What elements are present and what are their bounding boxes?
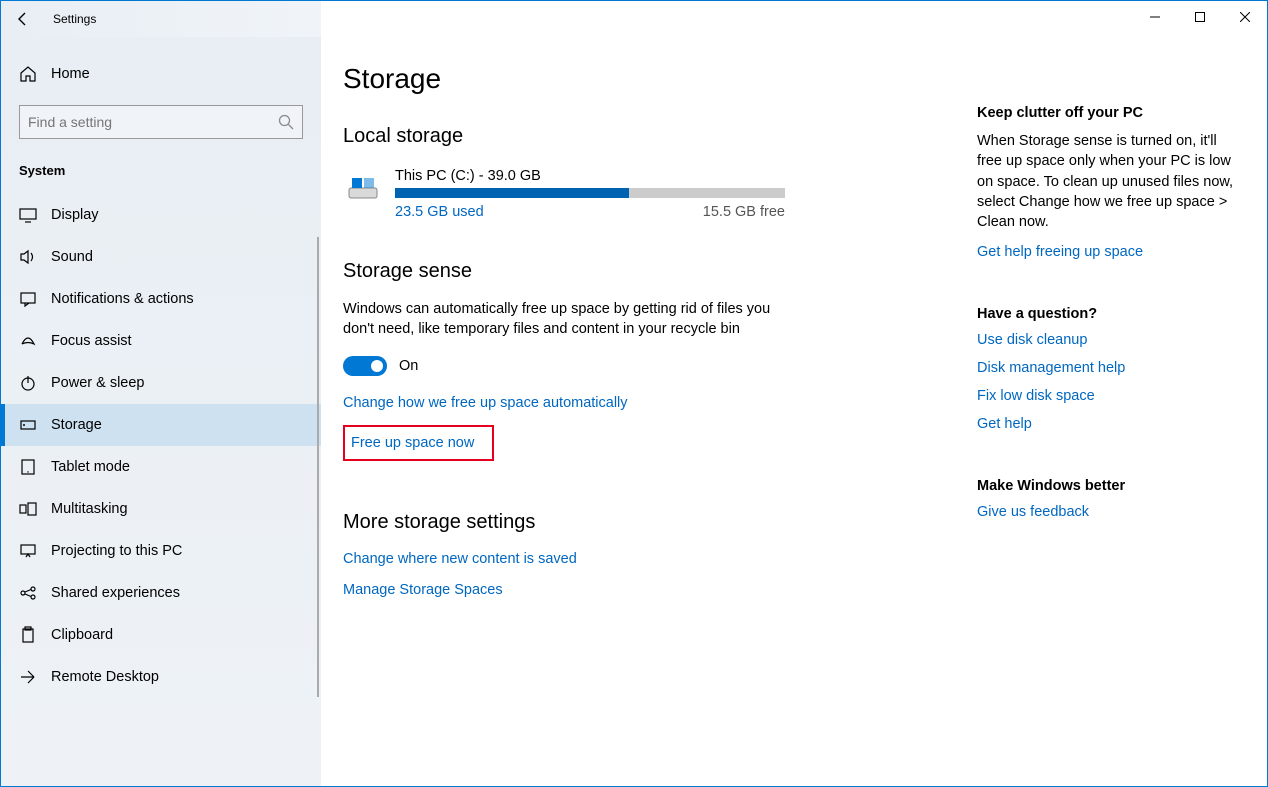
right-rail: Keep clutter off your PC When Storage se… xyxy=(977,63,1237,786)
sidebar-item-notifications[interactable]: Notifications & actions xyxy=(1,278,321,320)
disk-usage-fill xyxy=(395,188,629,198)
remote-desktop-icon xyxy=(19,668,37,686)
sidebar-item-tablet-mode[interactable]: Tablet mode xyxy=(1,446,321,488)
sidebar-item-label: Sound xyxy=(51,249,93,265)
get-help-freeing-space-link[interactable]: Get help freeing up space xyxy=(977,244,1237,260)
home-label: Home xyxy=(51,66,90,82)
close-icon xyxy=(1240,12,1250,22)
fix-low-disk-space-link[interactable]: Fix low disk space xyxy=(977,388,1237,404)
storage-sense-heading: Storage sense xyxy=(343,260,957,283)
sidebar-item-shared-experiences[interactable]: Shared experiences xyxy=(1,572,321,614)
sidebar-item-label: Tablet mode xyxy=(51,459,130,475)
display-icon xyxy=(19,206,37,224)
page-title: Storage xyxy=(343,63,957,95)
shared-icon xyxy=(19,584,37,602)
sidebar-item-clipboard[interactable]: Clipboard xyxy=(1,614,321,656)
search-input[interactable] xyxy=(28,114,278,130)
titlebar: Settings xyxy=(1,1,1267,37)
close-button[interactable] xyxy=(1222,1,1267,33)
tablet-icon xyxy=(19,458,37,476)
manage-storage-spaces-link[interactable]: Manage Storage Spaces xyxy=(343,582,503,598)
sidebar-item-multitasking[interactable]: Multitasking xyxy=(1,488,321,530)
sidebar-scrollbar[interactable] xyxy=(317,237,319,697)
make-windows-better-heading: Make Windows better xyxy=(977,478,1237,494)
sidebar-item-projecting[interactable]: Projecting to this PC xyxy=(1,530,321,572)
sidebar-item-storage[interactable]: Storage xyxy=(1,404,321,446)
sidebar-item-label: Notifications & actions xyxy=(51,291,194,307)
window-controls xyxy=(1132,1,1267,33)
power-icon xyxy=(19,374,37,392)
disk-name: This PC (C:) - 39.0 GB xyxy=(395,168,785,184)
toggle-label: On xyxy=(399,358,418,374)
sidebar-item-focus-assist[interactable]: Focus assist xyxy=(1,320,321,362)
change-new-content-link[interactable]: Change where new content is saved xyxy=(343,551,577,567)
disk-icon xyxy=(343,168,383,208)
section-label: System xyxy=(1,155,321,194)
window-title: Settings xyxy=(53,12,96,26)
home-icon xyxy=(19,65,37,83)
local-storage-heading: Local storage xyxy=(343,125,957,148)
disk-usage-bar xyxy=(395,188,785,198)
storage-sense-toggle[interactable] xyxy=(343,356,387,376)
storage-sense-description: Windows can automatically free up space … xyxy=(343,299,783,340)
search-icon xyxy=(278,114,294,130)
maximize-button[interactable] xyxy=(1177,1,1222,33)
sidebar-item-label: Multitasking xyxy=(51,501,128,517)
sound-icon xyxy=(19,248,37,266)
focus-assist-icon xyxy=(19,332,37,350)
main-content: Storage Local storage This PC (C:) - 39.… xyxy=(343,63,957,786)
disk-used-text: 23.5 GB used xyxy=(395,204,484,220)
maximize-icon xyxy=(1195,12,1205,22)
question-heading: Have a question? xyxy=(977,306,1237,322)
sidebar-item-label: Projecting to this PC xyxy=(51,543,182,559)
search-box[interactable] xyxy=(19,105,303,139)
storage-icon xyxy=(19,416,37,434)
sidebar-item-label: Power & sleep xyxy=(51,375,145,391)
use-disk-cleanup-link[interactable]: Use disk cleanup xyxy=(977,332,1237,348)
more-storage-heading: More storage settings xyxy=(343,511,957,534)
free-up-space-link[interactable]: Free up space now xyxy=(351,435,474,451)
arrow-left-icon xyxy=(15,11,31,27)
sidebar-item-label: Focus assist xyxy=(51,333,132,349)
clutter-text: When Storage sense is turned on, it'll f… xyxy=(977,131,1237,232)
multitasking-icon xyxy=(19,500,37,518)
notifications-icon xyxy=(19,290,37,308)
get-help-link[interactable]: Get help xyxy=(977,416,1237,432)
sidebar-item-display[interactable]: Display xyxy=(1,194,321,236)
toggle-knob xyxy=(371,360,383,372)
back-button[interactable] xyxy=(1,1,45,37)
projecting-icon xyxy=(19,542,37,560)
sidebar-item-sound[interactable]: Sound xyxy=(1,236,321,278)
clutter-heading: Keep clutter off your PC xyxy=(977,105,1237,121)
nav-list: Display Sound Notifications & actions Fo… xyxy=(1,194,321,698)
home-button[interactable]: Home xyxy=(1,55,321,93)
disk-management-help-link[interactable]: Disk management help xyxy=(977,360,1237,376)
sidebar-item-remote-desktop[interactable]: Remote Desktop xyxy=(1,656,321,698)
minimize-button[interactable] xyxy=(1132,1,1177,33)
sidebar-item-label: Storage xyxy=(51,417,102,433)
sidebar-item-label: Clipboard xyxy=(51,627,113,643)
give-feedback-link[interactable]: Give us feedback xyxy=(977,504,1237,520)
free-up-space-highlight: Free up space now xyxy=(343,425,494,461)
disk-row[interactable]: This PC (C:) - 39.0 GB 23.5 GB used 15.5… xyxy=(343,168,957,220)
change-auto-link[interactable]: Change how we free up space automaticall… xyxy=(343,395,628,411)
sidebar-item-power-sleep[interactable]: Power & sleep xyxy=(1,362,321,404)
sidebar-item-label: Display xyxy=(51,207,99,223)
sidebar-item-label: Remote Desktop xyxy=(51,669,159,685)
sidebar-item-label: Shared experiences xyxy=(51,585,180,601)
minimize-icon xyxy=(1150,12,1160,22)
sidebar: Home System Display Sound Notifications … xyxy=(1,37,321,786)
disk-free-text: 15.5 GB free xyxy=(703,204,785,220)
clipboard-icon xyxy=(19,626,37,644)
